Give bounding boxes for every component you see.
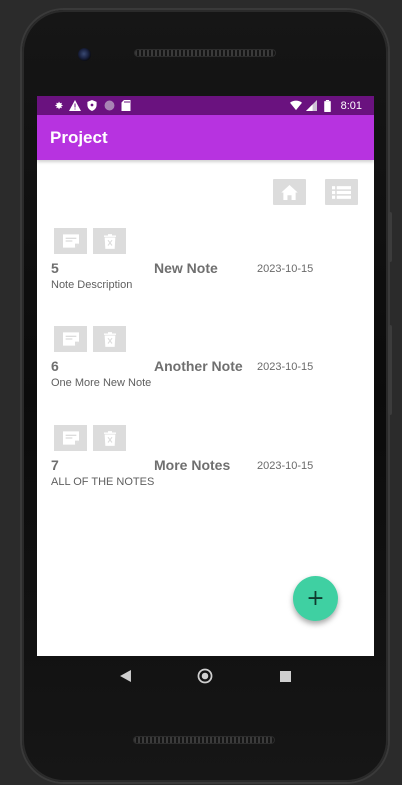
delete-note-button[interactable]: [93, 228, 126, 254]
note-item: 6 Another Note 2023-10-15 One More New N…: [51, 326, 361, 389]
home-button[interactable]: [273, 179, 306, 205]
plus-icon: +: [306, 586, 325, 611]
navigation-bar: [37, 656, 374, 696]
circle-icon: [103, 100, 115, 112]
note-title: More Notes: [154, 457, 231, 473]
power-button: [388, 212, 392, 262]
app-bar: Project: [37, 115, 374, 160]
list-icon: [332, 185, 351, 199]
back-button[interactable]: [120, 670, 132, 682]
delete-note-button[interactable]: [93, 425, 126, 451]
home-circle-icon: [198, 668, 213, 684]
note-header: 6 Another Note 2023-10-15: [51, 358, 361, 380]
back-icon: [120, 670, 132, 682]
gear-icon: [52, 100, 64, 112]
earpiece-speaker: [135, 50, 275, 56]
list-button[interactable]: [325, 179, 358, 205]
note-item: 7 More Notes 2023-10-15 ALL OF THE NOTES: [51, 425, 361, 488]
status-bar: 8:01: [37, 96, 374, 115]
delete-icon: [103, 430, 116, 446]
add-note-fab[interactable]: +: [293, 576, 338, 621]
screen: 8:01 Project 5 New Note 2023-10-15 Note …: [37, 96, 374, 656]
wifi-icon: [289, 100, 302, 112]
shield-icon: [86, 100, 98, 112]
delete-icon: [103, 233, 116, 249]
note-date: 2023-10-15: [257, 361, 314, 373]
home-nav-button[interactable]: [197, 668, 213, 684]
edit-note-icon: [62, 234, 79, 248]
delete-note-button[interactable]: [93, 326, 126, 352]
note-item: 5 New Note 2023-10-15 Note Description: [51, 228, 361, 291]
note-id: 6: [51, 358, 59, 374]
edit-note-button[interactable]: [54, 326, 87, 352]
recents-icon: [279, 670, 291, 682]
bottom-speaker: [134, 737, 274, 743]
note-title: Another Note: [154, 358, 243, 374]
note-date: 2023-10-15: [257, 460, 314, 472]
edit-note-button[interactable]: [54, 228, 87, 254]
note-header: 5 New Note 2023-10-15: [51, 260, 361, 282]
home-icon: [281, 184, 298, 200]
battery-icon: [322, 99, 334, 112]
note-id: 7: [51, 457, 59, 473]
signal-icon: [306, 100, 318, 112]
volume-button: [388, 325, 392, 415]
note-title: New Note: [154, 260, 218, 276]
edit-note-icon: [62, 431, 79, 445]
sd-card-icon: [120, 100, 132, 112]
front-camera: [78, 48, 91, 61]
edit-note-icon: [62, 332, 79, 346]
app-title: Project: [50, 127, 108, 147]
delete-icon: [103, 331, 116, 347]
warning-icon: [69, 100, 81, 112]
note-header: 7 More Notes 2023-10-15: [51, 457, 361, 479]
note-id: 5: [51, 260, 59, 276]
recents-button[interactable]: [279, 670, 291, 682]
edit-note-button[interactable]: [54, 425, 87, 451]
status-time: 8:01: [340, 99, 362, 112]
note-date: 2023-10-15: [257, 263, 314, 275]
